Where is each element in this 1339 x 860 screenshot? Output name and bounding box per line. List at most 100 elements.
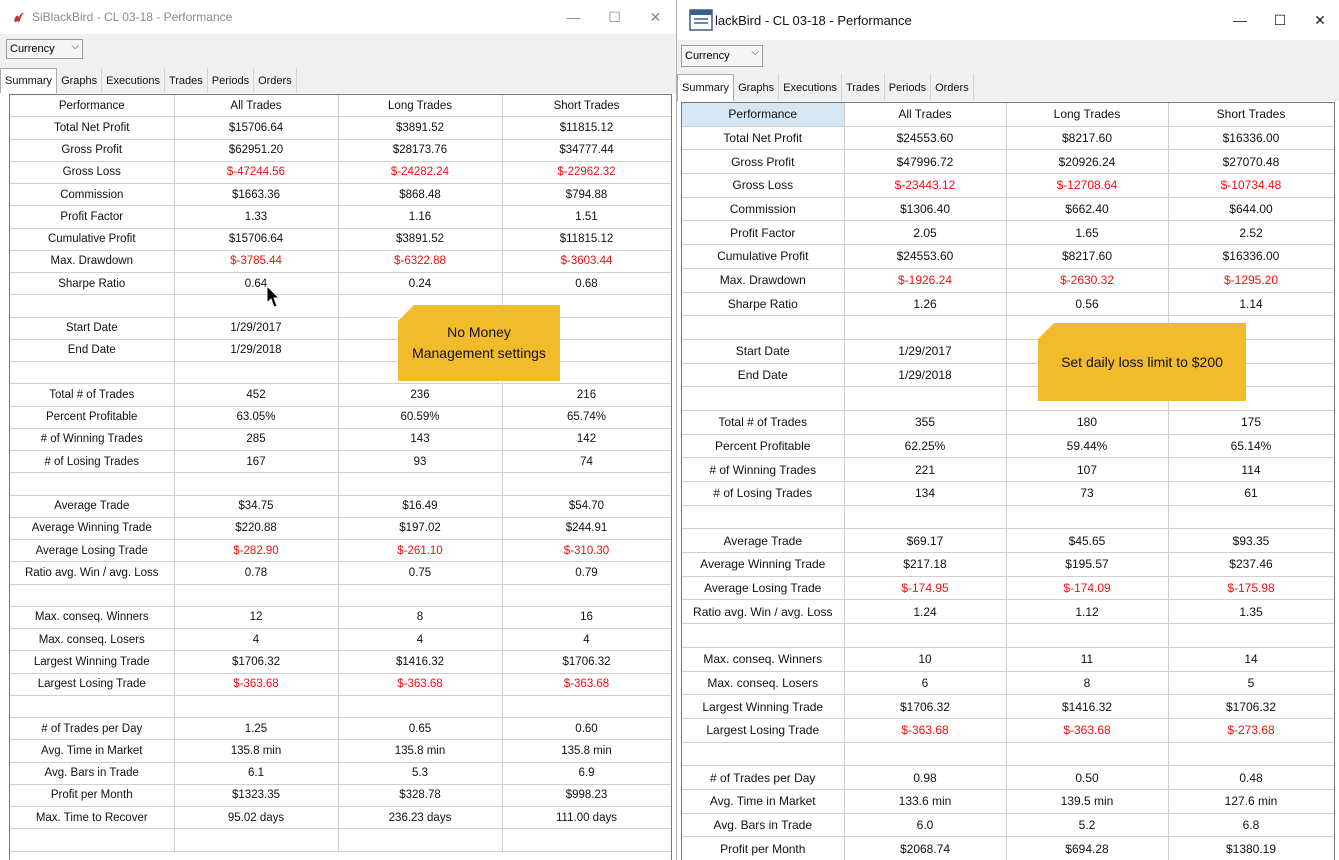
tab-graphs[interactable]: Graphs xyxy=(57,68,103,93)
tab-graphs[interactable]: Graphs xyxy=(734,74,780,101)
table-cell: 134 xyxy=(844,481,1007,506)
table-cell: $244.91 xyxy=(502,517,671,541)
tab-executions[interactable]: Executions xyxy=(779,74,842,101)
table-cell xyxy=(1006,623,1169,648)
table-row: # of Losing Trades 167 93 74 xyxy=(10,450,671,474)
row-label: Total # of Trades xyxy=(10,383,175,407)
tab-periods[interactable]: Periods xyxy=(885,74,932,101)
table-row: Max. conseq. Losers 4 4 4 xyxy=(10,628,671,652)
left-toolbar: Currency ⌵ xyxy=(0,34,676,68)
table-cell: 1.16 xyxy=(338,205,503,229)
table-cell: $16336.00 xyxy=(1168,126,1334,151)
column-header[interactable]: Long Trades xyxy=(1006,103,1169,127)
table-cell: 8 xyxy=(1006,671,1169,696)
callout-line-2: Management settings xyxy=(412,345,546,361)
row-label: Average Trade xyxy=(10,495,175,518)
row-label: Sharpe Ratio xyxy=(682,292,845,317)
select-value: Currency xyxy=(685,50,730,62)
tab-orders[interactable]: Orders xyxy=(254,68,297,93)
table-cell: 107 xyxy=(1006,457,1169,482)
table-cell: $1416.32 xyxy=(338,650,503,674)
row-label: Total Net Profit xyxy=(10,116,175,140)
row-label: Average Winning Trade xyxy=(10,517,175,541)
column-header[interactable]: Short Trades xyxy=(1168,103,1334,127)
table-cell: $-261.10 xyxy=(338,539,503,563)
table-cell xyxy=(844,742,1007,767)
table-row: Gross Profit $62951.20 $28173.76 $34777.44 xyxy=(10,139,671,162)
table-cell: $1416.32 xyxy=(1006,694,1169,719)
table-row: Profit per Month $1323.35 $328.78 $998.23 xyxy=(10,784,671,808)
tab-summary[interactable]: Summary xyxy=(0,68,58,93)
close-button[interactable]: ✕ xyxy=(635,0,676,34)
row-label: Ratio avg. Win / avg. Loss xyxy=(10,561,175,585)
table-cell: $-1926.24 xyxy=(844,268,1007,293)
table-cell: $-10734.48 xyxy=(1168,173,1334,198)
table-cell: $2068.74 xyxy=(844,836,1007,860)
tab-summary[interactable]: Summary xyxy=(677,74,735,101)
table-cell: $-12708.64 xyxy=(1006,173,1169,198)
right-currency-select[interactable]: Currency ⌵ xyxy=(681,45,763,67)
table-cell: $15706.64 xyxy=(174,228,339,251)
table-row: End Date 1/29/2018 xyxy=(10,339,671,363)
column-header[interactable]: Long Trades xyxy=(338,95,503,118)
left-title-bar[interactable]: SiBlackBird - CL 03-18 - Performance — ☐… xyxy=(0,0,676,34)
table-cell: 236 xyxy=(338,383,503,407)
row-label: # of Trades per Day xyxy=(10,717,175,741)
column-header[interactable]: Performance xyxy=(682,103,845,127)
tab-executions[interactable]: Executions xyxy=(102,68,165,93)
row-label xyxy=(682,623,845,648)
column-header[interactable]: All Trades xyxy=(844,103,1007,127)
table-row: Total Net Profit $24553.60 $8217.60 $16336.… xyxy=(682,126,1334,151)
table-cell: $-6322.88 xyxy=(338,250,503,274)
table-spacer-row xyxy=(10,472,671,496)
table-cell: 2.05 xyxy=(844,220,1007,246)
right-title-bar[interactable]: lackBird - CL 03-18 - Performance — ☐ ✕ xyxy=(677,0,1339,40)
maximize-button[interactable]: ☐ xyxy=(1260,0,1300,40)
row-label: Ratio avg. Win / avg. Loss xyxy=(682,599,845,625)
table-cell: 4 xyxy=(338,628,503,652)
minimize-button[interactable]: — xyxy=(553,0,594,34)
table-row: Average Trade $34.75 $16.49 $54.70 xyxy=(10,495,671,518)
table-cell: $-24282.24 xyxy=(338,161,503,185)
table-cell xyxy=(844,386,1007,411)
table-cell: $-363.68 xyxy=(174,673,339,696)
minimize-button[interactable]: — xyxy=(1220,0,1260,40)
row-label: Sharpe Ratio xyxy=(10,272,175,296)
table-cell: 1/29/2018 xyxy=(174,339,339,363)
column-header[interactable]: All Trades xyxy=(174,95,339,118)
column-header[interactable]: Short Trades xyxy=(502,95,671,118)
row-label: # of Winning Trades xyxy=(10,428,175,452)
row-label: Gross Profit xyxy=(10,139,175,162)
row-label: Total # of Trades xyxy=(682,410,845,435)
table-cell: $20926.24 xyxy=(1006,149,1169,175)
table-cell xyxy=(1168,623,1334,648)
left-currency-select[interactable]: Currency ⌵ xyxy=(6,39,83,59)
row-label: Max. Drawdown xyxy=(682,268,845,293)
row-label: Total Net Profit xyxy=(682,126,845,151)
table-cell: $24553.60 xyxy=(844,126,1007,151)
row-label: Gross Profit xyxy=(682,149,845,175)
table-cell: 0.65 xyxy=(338,717,503,741)
table-cell: 0.24 xyxy=(338,272,503,296)
maximize-button[interactable]: ☐ xyxy=(594,0,635,34)
close-button[interactable]: ✕ xyxy=(1300,0,1339,40)
callout-line-1: No Money xyxy=(447,324,511,340)
table-row: Total # of Trades 452 236 216 xyxy=(10,383,671,407)
column-header[interactable]: Performance xyxy=(10,95,175,118)
table-cell: 0.75 xyxy=(338,561,503,585)
tab-orders[interactable]: Orders xyxy=(931,74,974,101)
right-performance-window: lackBird - CL 03-18 - Performance — ☐ ✕ … xyxy=(676,0,1339,860)
table-cell: $27070.48 xyxy=(1168,149,1334,175)
table-row: Avg. Time in Market 135.8 min 135.8 min 135… xyxy=(10,739,671,763)
tab-trades[interactable]: Trades xyxy=(842,74,885,101)
row-label: Start Date xyxy=(10,317,175,340)
tab-periods[interactable]: Periods xyxy=(208,68,255,93)
tab-trades[interactable]: Trades xyxy=(165,68,208,93)
right-tab-strip: Summary Graphs Executions Trades Periods Orde… xyxy=(677,74,1339,101)
table-row: Largest Losing Trade $-363.68 $-363.68 $-27… xyxy=(682,718,1334,743)
row-label: # of Trades per Day xyxy=(682,765,845,790)
table-row: Largest Winning Trade $1706.32 $1416.32 $17… xyxy=(10,650,671,674)
table-cell: 6.0 xyxy=(844,813,1007,838)
row-label: Max. Time to Recover xyxy=(10,806,175,830)
table-cell: 167 xyxy=(174,450,339,474)
